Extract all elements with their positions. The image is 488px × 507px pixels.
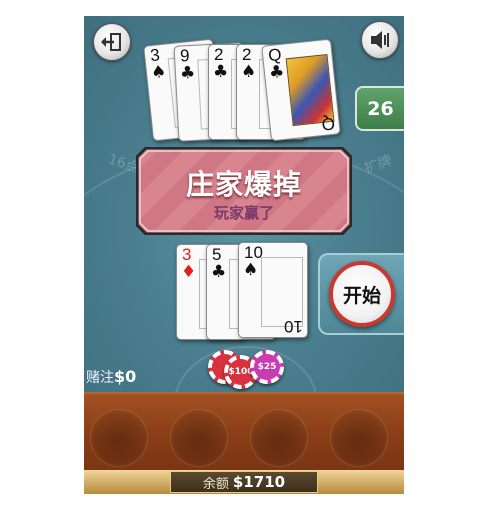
card-suit: ♠ (243, 260, 259, 280)
felt-rule-text-right: 扩牌 (362, 153, 395, 177)
chip-slot[interactable] (330, 409, 388, 467)
chip-slot[interactable] (90, 409, 148, 467)
chip-25[interactable]: $25 (250, 350, 284, 384)
deck-count-badge: 26 (355, 86, 404, 131)
chip-slot[interactable] (170, 409, 228, 467)
card-rank-bottom: 10 (284, 317, 303, 336)
exit-button[interactable] (93, 23, 131, 61)
balance-value: $1710 (232, 473, 286, 491)
chip-slot[interactable] (250, 409, 308, 467)
start-button[interactable]: 开始 (329, 261, 395, 327)
card-suit: ♣ (213, 62, 229, 82)
bet-label: 赌注 (86, 370, 114, 386)
card-rank-bottom: Q (320, 113, 336, 134)
bet-display: 赌注$0 (86, 367, 136, 387)
sound-button[interactable] (361, 21, 399, 59)
card-suit: ♠ (150, 61, 168, 84)
card-suit: ♣ (179, 62, 196, 84)
bet-value: $0 (114, 367, 137, 386)
dealer-card: Q ♣ Q (261, 38, 341, 142)
speaker-icon (371, 31, 389, 49)
card-suit: ♠ (241, 62, 257, 82)
exit-icon (101, 33, 121, 51)
banner-title: 庄家爆掉 (185, 168, 302, 201)
player-card: 10 ♠ 10 (238, 242, 308, 338)
card-suit: ♣ (211, 262, 227, 282)
card-suit: ♦ (181, 262, 197, 282)
balance-label: 余额 (202, 476, 229, 492)
card-suit: ♣ (268, 61, 286, 84)
game-screen: 16点 扩牌 3♠39♣92♣22♠2Q♣Q 26 庄家爆掉 玩家赢了 3♦35… (84, 16, 404, 494)
banner-subtitle: 玩家赢了 (213, 204, 274, 222)
balance-display: 余额 $1710 (170, 471, 318, 493)
result-banner: 庄家爆掉 玩家赢了 (136, 147, 352, 235)
